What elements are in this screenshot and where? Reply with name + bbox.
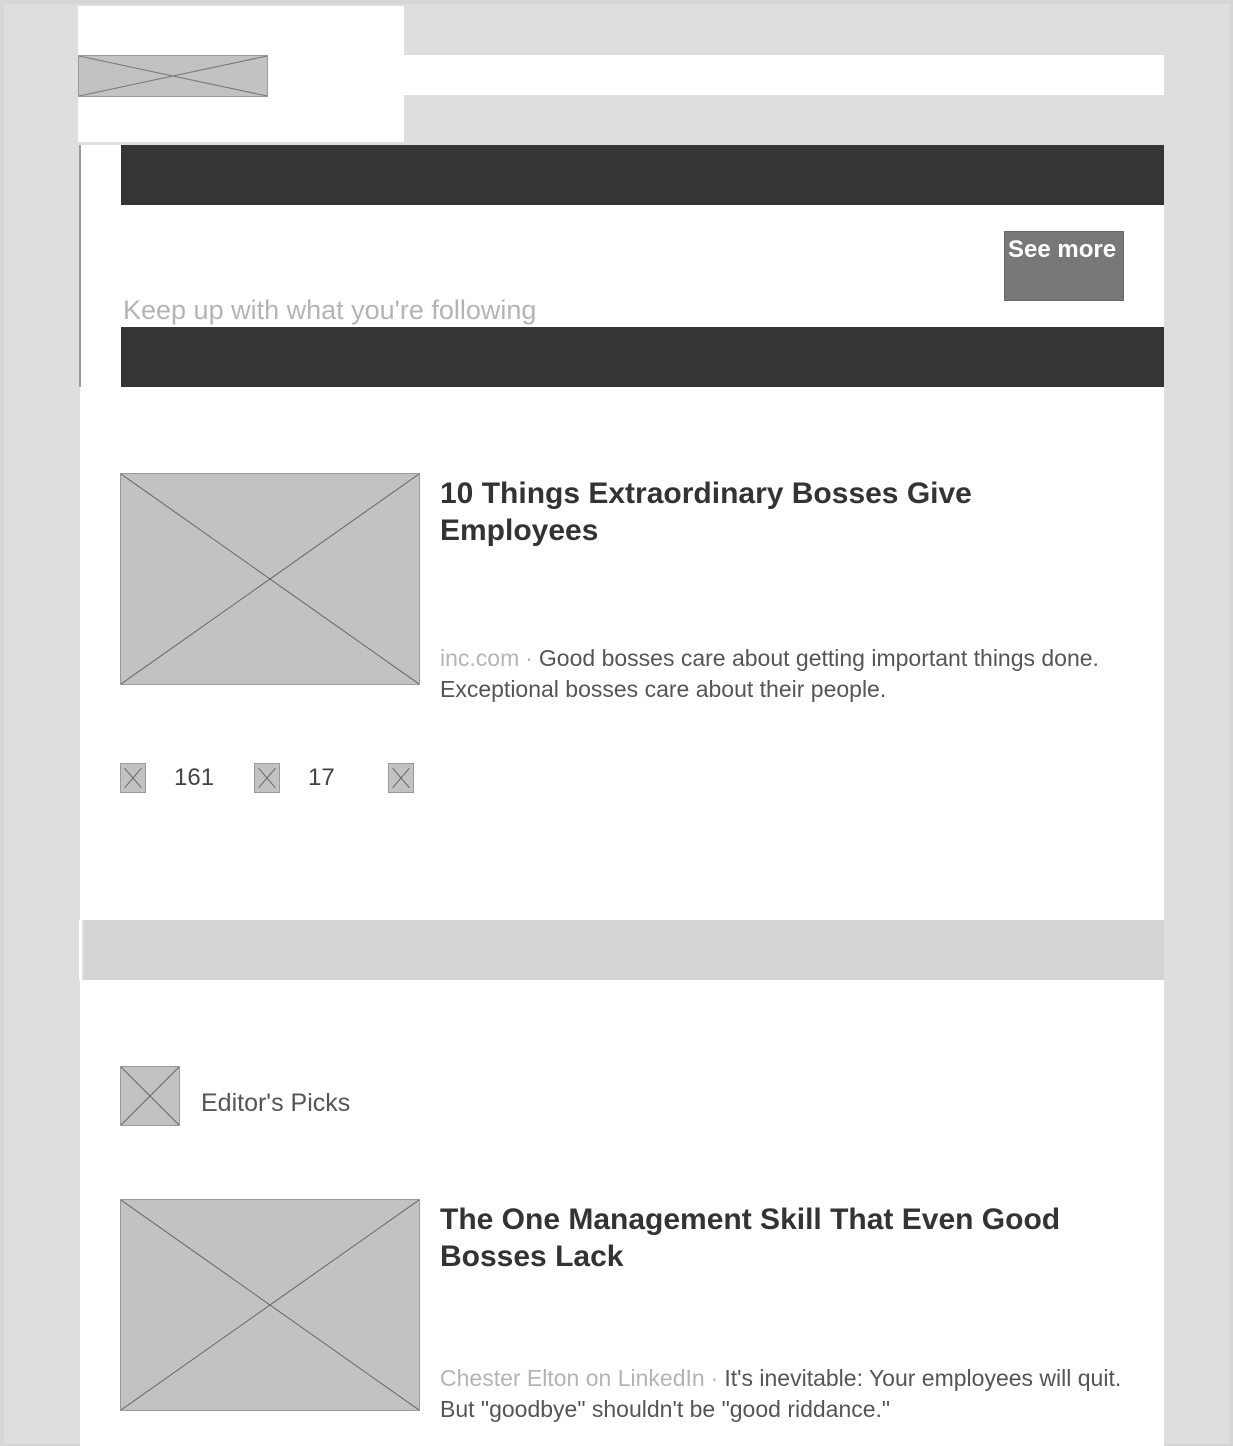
following-subtitle: Keep up with what you're following <box>123 295 537 325</box>
section-divider <box>84 920 1164 980</box>
separator-dot: · <box>710 1365 719 1391</box>
editors-picks-label[interactable]: Editor's Picks <box>201 1089 350 1118</box>
article-source[interactable]: inc.com <box>440 645 519 671</box>
article-summary: Chester Elton on LinkedIn · It's inevitabl… <box>440 1363 1130 1425</box>
comment-count: 17 <box>308 764 335 791</box>
article-title[interactable]: 10 Things Extraordinary Bosses Give Empl… <box>440 475 1130 549</box>
like-icon[interactable] <box>120 763 146 793</box>
divider-edge <box>79 920 82 980</box>
comment-icon[interactable] <box>254 763 280 793</box>
logo-image[interactable] <box>78 55 268 97</box>
article-thumbnail[interactable] <box>120 1199 420 1411</box>
article-thumbnail[interactable] <box>120 473 420 685</box>
like-count: 161 <box>174 764 215 791</box>
see-more-button[interactable]: See more <box>1004 231 1124 301</box>
banner-bar-top <box>121 145 1164 205</box>
editors-picks-icon[interactable] <box>120 1066 180 1126</box>
top-nav-bar <box>404 55 1164 95</box>
separator-dot: · <box>525 645 533 671</box>
article-title[interactable]: The One Management Skill That Even Good … <box>440 1201 1130 1275</box>
banner-bar-bottom <box>121 327 1164 387</box>
share-icon[interactable] <box>388 763 414 793</box>
article-source[interactable]: Chester Elton on LinkedIn <box>440 1365 705 1391</box>
card-edge <box>79 145 81 387</box>
article-description: Good bosses care about getting important… <box>440 645 1099 702</box>
article-summary: inc.com · Good bosses care about getting i… <box>440 643 1130 705</box>
